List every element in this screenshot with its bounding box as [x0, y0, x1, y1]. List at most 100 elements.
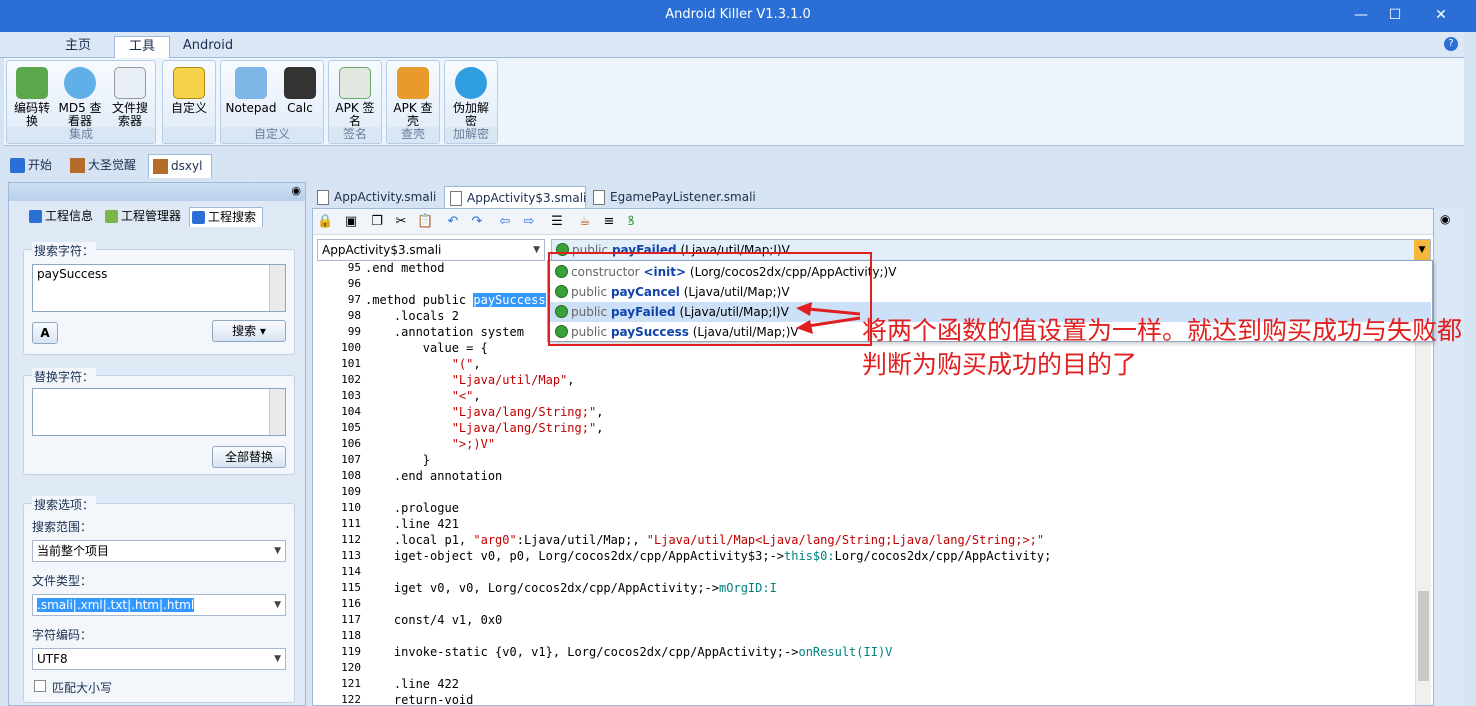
lock-icon[interactable]: 🔒	[317, 214, 333, 230]
doc-tab-start[interactable]: 开始	[6, 154, 64, 178]
arrow-line	[807, 316, 861, 328]
panel-header: ◉	[9, 183, 305, 201]
code-line[interactable]: "Ljava/lang/String;",	[365, 405, 604, 419]
code-line[interactable]: "Ljava/lang/String;",	[365, 421, 604, 435]
font-icon[interactable]: A	[32, 322, 58, 344]
tab-project-search[interactable]: 工程搜索	[189, 207, 263, 227]
goto-icon[interactable]: ꝸ	[623, 214, 639, 230]
code-line[interactable]: .end method	[365, 261, 444, 275]
encode-convert-button[interactable]: 编码转换	[9, 63, 55, 129]
code-line[interactable]: }	[365, 453, 430, 467]
code-line[interactable]: "<",	[365, 389, 481, 403]
chevron-down-icon: ▼	[274, 654, 281, 664]
code-line[interactable]: .locals 2	[365, 309, 459, 323]
redo-icon[interactable]: ↷	[469, 214, 485, 230]
list-icon[interactable]: ≡	[601, 214, 617, 230]
calculator-icon	[284, 67, 316, 99]
line-number: 101	[341, 357, 361, 370]
doc-tab-dsxyl[interactable]: dsxyl	[148, 154, 212, 178]
copy-icon[interactable]: ❐	[369, 214, 385, 230]
code-line[interactable]: iget-object v0, p0, Lorg/cocos2dx/cpp/Ap…	[365, 549, 1051, 563]
replace-all-button[interactable]: 全部替换	[212, 446, 286, 468]
notepad-icon	[235, 67, 267, 99]
format-icon[interactable]: ☰	[549, 214, 565, 230]
scrollbar[interactable]	[269, 389, 285, 435]
forward-icon[interactable]: ⇨	[521, 214, 537, 230]
custom-button[interactable]: 自定义	[166, 63, 212, 129]
filetype-select[interactable]: .smali|.xml|.txt|.htm|.html ▼	[32, 594, 286, 616]
notepad-button[interactable]: Notepad	[225, 63, 277, 129]
code-line[interactable]: return-void	[365, 693, 473, 706]
tab-home[interactable]: 主页	[52, 36, 104, 58]
editor-tab-egamepaylistener[interactable]: EgamePayListener.smali	[588, 186, 758, 208]
options-fieldset: 搜索选项： 搜索范围： 当前整个项目 ▼ 文件类型： .smali|.xml|.t…	[23, 496, 295, 703]
app-icon	[70, 158, 85, 173]
group-integration: 编码转换 MD5 查看器 文件搜索器 集成	[6, 60, 156, 144]
scope-select[interactable]: 当前整个项目 ▼	[32, 540, 286, 562]
group-caption: 集成	[7, 127, 155, 143]
help-icon[interactable]: ?	[1444, 37, 1458, 51]
md5-viewer-button[interactable]: MD5 查看器	[57, 63, 103, 129]
code-line[interactable]: .end annotation	[365, 469, 502, 483]
doc-tab-project-1[interactable]: 大圣觉醒	[66, 154, 146, 178]
code-line[interactable]: "(",	[365, 357, 481, 371]
encoding-select[interactable]: UTF8 ▼	[32, 648, 286, 670]
tab-project-manager[interactable]: 工程管理器	[103, 207, 187, 227]
code-line[interactable]: .local p1, "arg0":Ljava/util/Map;, "Ljav…	[365, 533, 1044, 547]
back-icon[interactable]: ⇦	[497, 214, 513, 230]
eye-icon[interactable]: ◉	[1440, 212, 1450, 226]
scrollbar[interactable]	[269, 265, 285, 311]
editor-tabs: AppActivity.smali AppActivity$3.smali Eg…	[312, 184, 1452, 208]
sign-icon	[339, 67, 371, 99]
chevron-down-icon[interactable]: ▼	[1414, 240, 1430, 260]
tab-android[interactable]: Android	[176, 36, 240, 58]
home-icon	[10, 158, 25, 173]
save-icon[interactable]: ▣	[343, 214, 359, 230]
line-number: 110	[341, 501, 361, 514]
code-line[interactable]: iget v0, v0, Lorg/cocos2dx/cpp/AppActivi…	[365, 581, 777, 595]
briefcase-icon	[397, 67, 429, 99]
search-input[interactable]: paySuccess	[32, 264, 286, 312]
chevron-down-icon: ▼	[533, 245, 540, 255]
pseudo-encrypt-button[interactable]: 伪加解密	[448, 63, 494, 129]
undo-icon[interactable]: ↶	[445, 214, 461, 230]
line-number: 121	[341, 677, 361, 690]
code-line[interactable]: .annotation system	[365, 325, 524, 339]
replace-input[interactable]	[32, 388, 286, 436]
line-number: 118	[341, 629, 361, 642]
editor-toolbar: 🔒 ▣ ❐ ✂ 📋 ↶ ↷ ⇦ ⇨ ☰ ☕ ≡ ꝸ	[313, 209, 1433, 235]
class-select[interactable]: AppActivity$3.smali ▼	[317, 239, 545, 261]
line-number: 109	[341, 485, 361, 498]
code-line[interactable]: ">;)V"	[365, 437, 495, 451]
file-search-button[interactable]: 文件搜索器	[107, 63, 153, 129]
code-line[interactable]: .prologue	[365, 501, 459, 515]
code-line[interactable]: value = {	[365, 341, 488, 355]
eye-icon[interactable]: ◉	[291, 184, 301, 197]
search-button[interactable]: 搜索 ▾	[212, 320, 286, 342]
code-line[interactable]: invoke-static {v0, v1}, Lorg/cocos2dx/cp…	[365, 645, 893, 659]
maximize-button[interactable]: ☐	[1372, 0, 1418, 30]
line-number: 103	[341, 389, 361, 402]
close-button[interactable]: ✕	[1418, 0, 1464, 30]
match-case-checkbox[interactable]	[34, 680, 46, 692]
editor-tab-appactivity3[interactable]: AppActivity$3.smali	[444, 186, 586, 208]
code-line[interactable]: .line 421	[365, 517, 459, 531]
chevron-down-icon: ▼	[274, 600, 281, 610]
apk-sign-button[interactable]: APK 签名	[332, 63, 378, 129]
code-line[interactable]: .line 422	[365, 677, 459, 691]
paste-icon[interactable]: 📋	[417, 214, 433, 230]
cut-icon[interactable]: ✂	[393, 214, 409, 230]
apk-check-shell-button[interactable]: APK 查壳	[390, 63, 436, 129]
tab-tools[interactable]: 工具	[114, 36, 170, 58]
tab-project-info[interactable]: 工程信息	[27, 207, 99, 227]
editor-tab-appactivity[interactable]: AppActivity.smali	[312, 186, 442, 208]
group-custom: Notepad Calc 自定义	[220, 60, 324, 144]
code-line[interactable]: "Ljava/util/Map",	[365, 373, 575, 387]
ribbon-tabs: 主页 工具 Android ?	[0, 32, 1464, 58]
scrollbar-thumb[interactable]	[1418, 591, 1429, 681]
calc-button[interactable]: Calc	[277, 63, 323, 129]
chevron-down-icon: ▼	[274, 546, 281, 556]
code-line[interactable]: const/4 v1, 0x0	[365, 613, 502, 627]
java-icon[interactable]: ☕	[577, 214, 593, 230]
line-number: 107	[341, 453, 361, 466]
